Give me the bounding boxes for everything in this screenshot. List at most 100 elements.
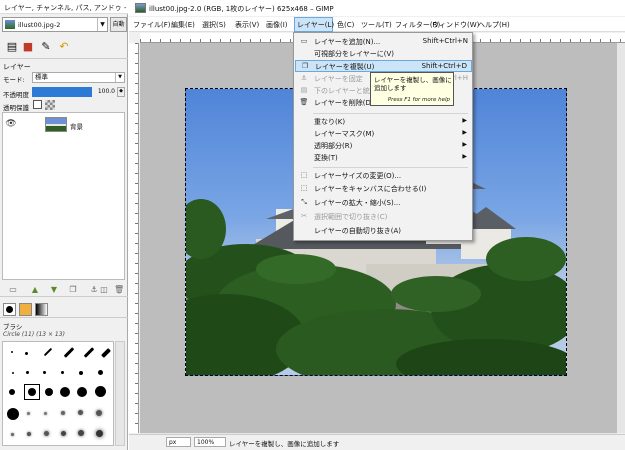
brush-swatch[interactable] (9, 389, 15, 395)
menu-item-label: 可視部分をレイヤーに(V) (314, 50, 395, 58)
brush-swatch[interactable] (43, 347, 53, 357)
menu-tools[interactable]: ツール(T) (361, 20, 392, 30)
vertical-scrollbar[interactable] (617, 43, 625, 433)
status-message: レイヤーを複製し、画像に追加します (229, 440, 340, 448)
brush-swatch[interactable] (78, 430, 84, 436)
menu-item-new-layer[interactable]: ▭ レイヤーを追加(N)... Shift+Ctrl+N (295, 36, 472, 48)
duplicate-layer-icon[interactable]: ❐ (68, 285, 78, 295)
menu-help[interactable]: ヘルプ(H) (478, 20, 510, 30)
menu-image[interactable]: 画像(I) (266, 20, 288, 30)
brush-swatch[interactable] (43, 371, 46, 374)
zoom-select[interactable]: 100% (194, 437, 226, 447)
mode-select[interactable]: 標準 ▼ (32, 72, 125, 83)
menu-item-layer-boundary-size[interactable]: ⬚ レイヤーサイズの変更(O)... (295, 170, 472, 182)
opacity-value[interactable]: 100.0 (93, 87, 115, 97)
lower-layer-icon[interactable]: ▼ (49, 285, 59, 295)
menu-windows[interactable]: ウィンドウ(W) (432, 20, 479, 30)
brush-swatch[interactable] (77, 387, 87, 397)
menu-item-label: レイヤーを固定 (314, 75, 363, 83)
brush-swatch[interactable] (63, 347, 75, 358)
image-thumbnail (5, 20, 15, 29)
menu-item-mask[interactable]: レイヤーマスク(M) ▶ (295, 128, 472, 140)
menu-select[interactable]: 選択(S) (202, 20, 226, 30)
vertical-ruler[interactable] (129, 43, 139, 433)
brush-swatch[interactable] (61, 431, 66, 436)
opacity-spinner[interactable]: ◆ (117, 87, 125, 97)
brush-swatch[interactable] (96, 410, 102, 416)
menu-item-crop-to-selection[interactable]: ✂ 選択範囲で切り抜き(C) (295, 211, 472, 223)
unit-select[interactable]: px (166, 437, 191, 447)
menu-item-duplicate-layer[interactable]: ❐ レイヤーを複製(U) Shift+Ctrl+D (295, 60, 472, 72)
anchor-layer-icon[interactable]: ⚓ (89, 285, 99, 295)
boundary-size-icon: ⬚ (300, 171, 308, 179)
brush-swatch[interactable] (11, 351, 13, 353)
anchor-icon: ⚓ (300, 74, 308, 82)
menu-item-new-from-visible[interactable]: 可視部分をレイヤーに(V) (295, 48, 472, 60)
raise-layer-icon[interactable]: ▲ (30, 285, 40, 295)
menu-separator (313, 113, 468, 114)
brush-scrollbar[interactable] (115, 341, 125, 446)
menu-item-transform[interactable]: 変換(T) ▶ (295, 152, 472, 164)
brush-swatch[interactable] (78, 410, 83, 415)
brush-swatch[interactable] (25, 352, 28, 355)
menu-item-scale-layer[interactable]: ⤡ レイヤーの拡大・縮小(S)... (295, 197, 472, 209)
brush-swatch[interactable] (79, 371, 83, 375)
gradient-tab-icon[interactable] (35, 303, 48, 316)
delete-layer-icon[interactable]: 🗑 (114, 285, 124, 295)
mask-layer-icon[interactable]: ◫ (99, 285, 109, 295)
menu-item-shortcut: Shift+Ctrl+D (421, 62, 468, 70)
menu-edit[interactable]: 編集(E) (171, 20, 195, 30)
menu-item-transparency[interactable]: 透明部分(R) ▶ (295, 140, 472, 152)
brush-swatch[interactable] (27, 412, 30, 415)
brush-swatch[interactable] (45, 388, 53, 396)
eye-icon[interactable]: 👁 (5, 119, 17, 129)
brush-tab-icon[interactable] (3, 303, 16, 316)
brush-swatch[interactable] (27, 432, 31, 436)
brush-swatch[interactable] (101, 348, 111, 358)
channels-tab-icon[interactable]: ■ (20, 40, 36, 53)
brush-swatch[interactable] (61, 411, 65, 415)
brush-swatch[interactable] (98, 370, 103, 375)
trash-icon: 🗑 (299, 98, 309, 106)
brush-swatch[interactable] (12, 372, 14, 374)
brush-swatch[interactable] (28, 388, 36, 396)
brush-swatch[interactable] (60, 387, 70, 397)
brush-swatch[interactable] (96, 430, 103, 437)
brush-swatch[interactable] (11, 433, 14, 436)
menu-item-label: 選択範囲で切り抜き(C) (314, 213, 388, 221)
brush-swatch[interactable] (7, 408, 19, 420)
image-selector[interactable]: illust00.jpg-2 ▼ (2, 17, 108, 32)
brush-grid[interactable] (2, 341, 114, 446)
auto-button[interactable]: 自動 (110, 17, 127, 32)
menu-file[interactable]: ファイル(F) (133, 20, 171, 30)
menu-view[interactable]: 表示(V) (235, 20, 259, 30)
brush-swatch[interactable] (83, 347, 95, 358)
mode-value: 標準 (35, 73, 48, 81)
lock-pixels-checkbox[interactable] (33, 100, 42, 109)
brush-swatch[interactable] (44, 412, 47, 415)
brush-swatch[interactable] (26, 371, 29, 374)
crop-icon: ✂ (301, 212, 307, 220)
menu-colors[interactable]: 色(C) (337, 20, 354, 30)
menu-separator (313, 167, 468, 168)
brush-swatch[interactable] (95, 386, 106, 397)
chevron-down-icon[interactable]: ▼ (97, 18, 107, 31)
menu-item-label: レイヤーマスク(M) (314, 130, 375, 138)
menu-item-stack[interactable]: 重なり(K) ▶ (295, 116, 472, 128)
pattern-tab-icon[interactable] (19, 303, 32, 316)
layer-buttons: ▭ ▲ ▼ ❐ ⚓ ◫ 🗑 (0, 283, 128, 297)
menu-item-layer-to-image-size[interactable]: ⬚ レイヤーをキャンバスに合わせる(I) (295, 183, 472, 195)
new-layer-icon[interactable]: ▭ (8, 285, 18, 295)
window-title: illust00.jpg-2.0 (RGB, 1枚のレイヤー) 625x468 … (149, 5, 334, 13)
menu-layer[interactable]: レイヤー(L) (297, 20, 334, 30)
menu-item-crop-to-content[interactable]: レイヤーの自動切り抜き(A) (295, 225, 472, 237)
undo-tab-icon[interactable]: ↶ (56, 40, 72, 53)
brush-swatch[interactable] (61, 371, 64, 374)
menu-item-label: レイヤーの自動切り抜き(A) (314, 227, 402, 235)
paths-tab-icon[interactable]: ✎ (38, 40, 54, 53)
dock-titlebar: レイヤー, チャンネル, パス, アンドゥ - ブ... (0, 0, 142, 14)
layers-heading: レイヤー (3, 63, 31, 71)
brush-swatch[interactable] (44, 431, 49, 436)
layers-tab-icon[interactable]: ▤ (4, 40, 20, 53)
lock-alpha-checkbox[interactable] (45, 100, 55, 110)
